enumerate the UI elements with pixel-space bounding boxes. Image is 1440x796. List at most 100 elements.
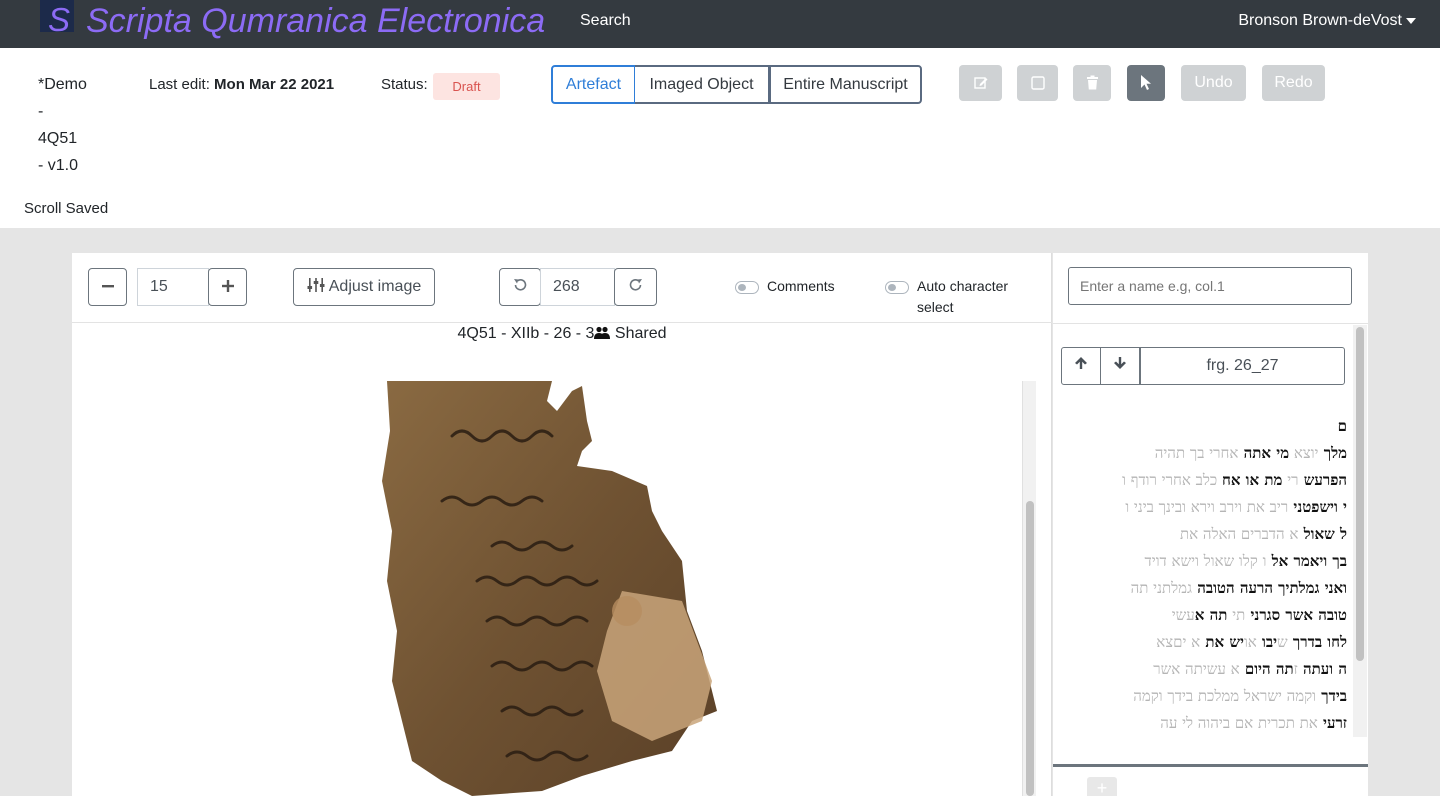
text-line[interactable]: בידך וקמה ישראל ממלכת בידך וקמה: [1061, 683, 1347, 710]
text-segment[interactable]: וקמה ישראל ממלכת בידך וקמה: [1133, 687, 1316, 705]
text-segment[interactable]: א עשיתה אשר: [1153, 660, 1239, 678]
text-segment[interactable]: עשי: [1172, 606, 1195, 624]
divider: [1053, 323, 1368, 324]
square-icon: [1030, 76, 1045, 90]
scroll-saved-status: Scroll Saved: [24, 200, 109, 217]
last-edit-label: Last edit:: [149, 76, 210, 93]
text-segment[interactable]: כלב אחרי רודף ו: [1122, 471, 1222, 489]
zoom-input[interactable]: [137, 268, 209, 306]
text-line[interactable]: זרעי את תכרית אם ביהוה לי עה: [1061, 710, 1347, 737]
last-edit-value: Mon Mar 22 2021: [214, 76, 335, 93]
plus-icon: [221, 280, 234, 292]
comments-label: Comments: [767, 278, 835, 294]
text-segment[interactable]: ל שאול: [1298, 525, 1347, 543]
box-select-button[interactable]: [1017, 65, 1058, 101]
text-line[interactable]: ה ועתה זתה היום א עשיתה אשר: [1061, 656, 1347, 683]
text-segment[interactable]: יבו: [1257, 633, 1277, 651]
rotate-right-button[interactable]: [614, 268, 657, 306]
edition-header: *Demo - 4Q51 - v1.0 Last edit: Mon Mar 2…: [0, 48, 1440, 228]
text-segment[interactable]: או: [1244, 633, 1257, 651]
text-line[interactable]: לחו בדרך שיבו אויש את א יםצא: [1061, 629, 1347, 656]
move-down-button[interactable]: [1100, 347, 1140, 385]
zoom-in-button[interactable]: [208, 268, 247, 306]
edition-title-line: *Demo: [38, 76, 87, 93]
auto-select-label: select: [917, 299, 954, 315]
text-segment[interactable]: ריב את וירב וירא ובינך ביני ו: [1125, 498, 1288, 516]
minus-icon: [101, 285, 114, 288]
users-icon: [594, 326, 611, 339]
text-segment[interactable]: מת או אח: [1222, 471, 1282, 489]
user-name: Bronson Brown-deVost: [1238, 12, 1402, 29]
text-segment[interactable]: גמלתני תה: [1131, 579, 1192, 597]
text-line[interactable]: י וישפטני ריב את וירב וירא ובינך ביני ו: [1061, 494, 1347, 521]
move-up-button[interactable]: [1061, 347, 1101, 385]
text-scrollbar[interactable]: [1353, 325, 1367, 737]
fragment-selector[interactable]: frg. 26_27: [1140, 347, 1345, 385]
logo-icon[interactable]: S: [48, 1, 70, 39]
navbar: S Scripta Qumranica Electronica Search B…: [0, 0, 1440, 48]
delete-button[interactable]: [1073, 65, 1111, 101]
text-segment[interactable]: לחו בדרך: [1288, 633, 1347, 651]
text-segment[interactable]: א יםצא: [1156, 633, 1200, 651]
image-scrollbar[interactable]: [1022, 381, 1036, 796]
rotate-left-icon: [514, 279, 527, 291]
text-segment[interactable]: ואני גמלתיך הרעה: [1235, 579, 1347, 597]
text-segment[interactable]: מי אתה: [1238, 444, 1289, 462]
text-segment[interactable]: אחרי בך תהיה: [1155, 444, 1239, 462]
rotation-input[interactable]: [540, 268, 615, 306]
text-segment[interactable]: בך ויאמר אל: [1266, 552, 1347, 570]
text-line[interactable]: ם: [1061, 413, 1347, 440]
redo-button[interactable]: Redo: [1262, 65, 1325, 101]
text-segment[interactable]: יש את: [1200, 633, 1244, 651]
text-segment[interactable]: ש: [1277, 633, 1288, 651]
undo-button[interactable]: Undo: [1181, 65, 1246, 101]
text-scrollbar-thumb[interactable]: [1356, 327, 1364, 661]
text-segment[interactable]: את תכרית אם ביהוה לי עה: [1160, 714, 1318, 732]
text-segment[interactable]: ם: [1338, 417, 1347, 435]
brand-title[interactable]: Scripta Qumranica Electronica: [86, 1, 545, 41]
add-button[interactable]: +: [1087, 777, 1117, 796]
shared-label: Shared: [614, 325, 667, 342]
text-segment[interactable]: תה היום: [1240, 660, 1294, 678]
text-line[interactable]: טובה אשר סגרני תי תה אעשי: [1061, 602, 1347, 629]
text-line[interactable]: ל שאול א הדברים האלה את: [1061, 521, 1347, 548]
text-segment[interactable]: טובה אשר סגרני: [1245, 606, 1348, 624]
text-segment[interactable]: מלך: [1319, 444, 1347, 462]
transcription-text[interactable]: ם מלך יוצא מי אתה אחרי בך תהיה הפרעש רי מת…: [1061, 413, 1347, 737]
rotate-left-button[interactable]: [499, 268, 541, 306]
adjust-image-label: Adjust image: [328, 278, 422, 295]
pointer-button[interactable]: [1127, 65, 1165, 101]
text-line[interactable]: הפרעש רי מת או אח כלב אחרי רודף ו: [1061, 467, 1347, 494]
text-line[interactable]: בך ויאמר אל ו קלו שאול וישא דויד: [1061, 548, 1347, 575]
edition-title-line: - v1.0: [38, 157, 79, 174]
text-segment[interactable]: יוצא: [1289, 444, 1319, 462]
zoom-out-button[interactable]: [88, 268, 127, 306]
comments-toggle[interactable]: [735, 281, 759, 294]
artefact-panel: Adjust image Comments Auto character sel…: [72, 253, 1052, 796]
text-segment[interactable]: ו קלו שאול וישא דויד: [1145, 552, 1267, 570]
tab-artefact[interactable]: Artefact: [551, 65, 636, 104]
text-line[interactable]: מלך יוצא מי אתה אחרי בך תהיה: [1061, 440, 1347, 467]
scroll-fragment-image[interactable]: [382, 381, 722, 796]
text-segment[interactable]: תי: [1227, 606, 1245, 624]
edition-title-line: -: [38, 103, 44, 120]
nav-search-link[interactable]: Search: [580, 12, 631, 30]
roi-name-input[interactable]: [1068, 267, 1352, 305]
text-segment[interactable]: ה ועתה: [1298, 660, 1347, 678]
adjust-image-button[interactable]: Adjust image: [293, 268, 435, 306]
text-segment[interactable]: תה א: [1195, 606, 1228, 624]
text-segment[interactable]: הפרעש: [1299, 471, 1347, 489]
tab-entire-manuscript[interactable]: Entire Manuscript: [769, 65, 922, 104]
text-segment[interactable]: רי: [1282, 471, 1298, 489]
user-menu[interactable]: Bronson Brown-deVost: [1238, 12, 1416, 30]
text-segment[interactable]: בידך: [1316, 687, 1347, 705]
text-line[interactable]: ואני גמלתיך הרעה הטובה גמלתני תה: [1061, 575, 1347, 602]
text-segment[interactable]: א הדברים האלה את: [1180, 525, 1298, 543]
text-segment[interactable]: זרעי: [1318, 714, 1347, 732]
text-segment[interactable]: י וישפטני: [1288, 498, 1347, 516]
image-scrollbar-thumb[interactable]: [1026, 501, 1034, 796]
tab-imaged-object[interactable]: Imaged Object: [635, 65, 770, 104]
text-segment[interactable]: הטובה: [1192, 579, 1234, 597]
edit-button[interactable]: [959, 65, 1002, 101]
auto-select-toggle[interactable]: [885, 281, 909, 294]
